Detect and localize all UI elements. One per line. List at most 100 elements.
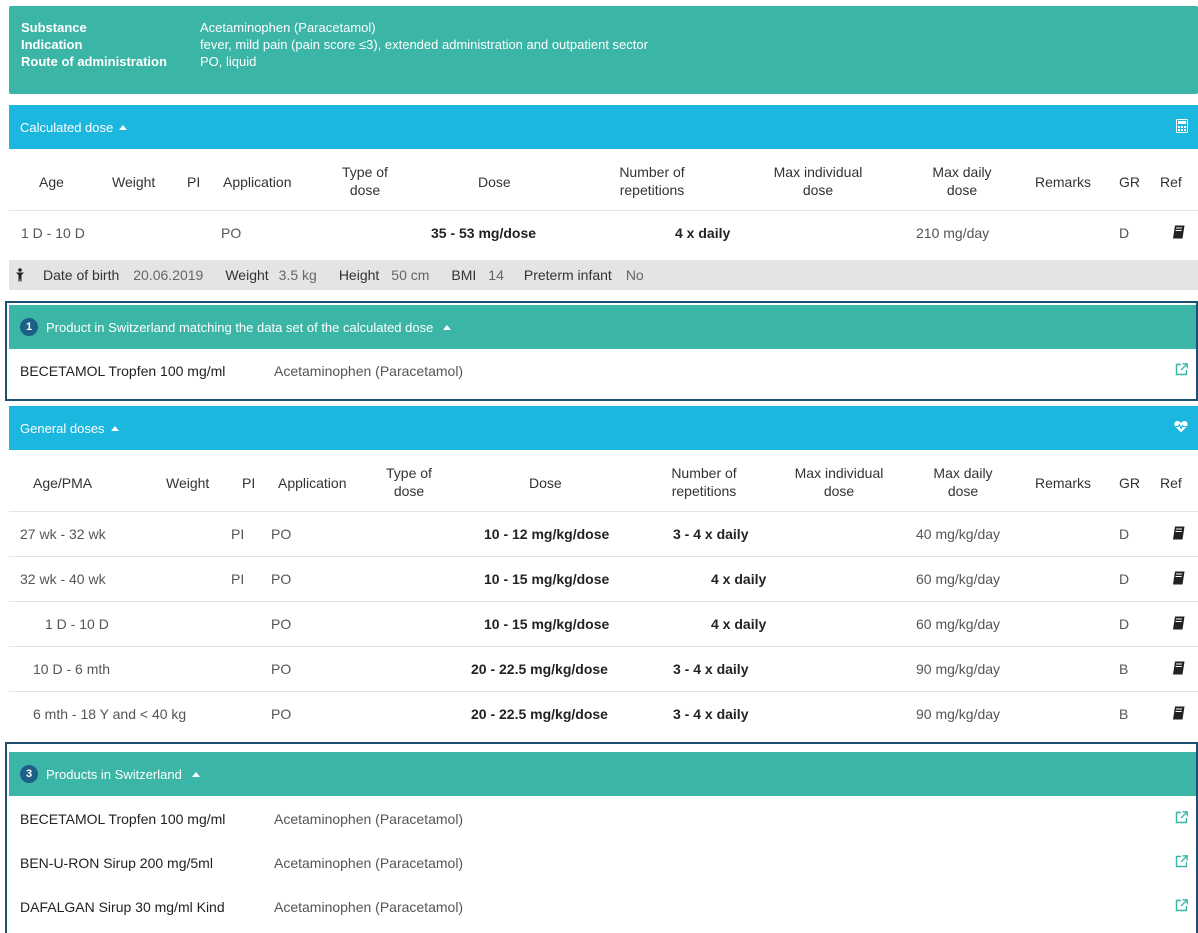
caret-up-icon [191, 771, 200, 777]
cell-repetitions: 3 - 4 x daily [673, 526, 749, 542]
cell-gr: B [1119, 661, 1129, 677]
dob-label: Date of birth [43, 267, 120, 283]
col-maxday-line2: dose [947, 483, 979, 499]
matching-product-header[interactable]: 1 Product in Switzerland matching the da… [9, 305, 1198, 349]
book-icon[interactable] [1172, 706, 1185, 720]
cell-application: PO [271, 571, 292, 587]
calculated-dose-title: Calculated dose [20, 119, 114, 135]
cell-age: 10 D - 6 mth [33, 661, 111, 677]
product-name[interactable]: BEN-U-RON Sirup 200 mg/5ml [20, 855, 274, 871]
cell-repetitions: 4 x daily [711, 616, 767, 632]
general-doses-title: General doses [20, 420, 105, 436]
col-maxind-line2: dose [823, 483, 855, 499]
general-doses-header[interactable]: General doses [9, 406, 1198, 450]
substance-info-box: Substance Acetaminophen (Paracetamol) In… [9, 6, 1198, 94]
col-dose: Dose [529, 475, 562, 491]
col-type-line2: dose [393, 483, 425, 499]
product-substance: Acetaminophen (Paracetamol) [274, 855, 464, 871]
list-item[interactable]: DAFALGAN Sirup 30 mg/ml Kind Acetaminoph… [9, 885, 1198, 929]
cell-max-daily: 60 mg/kg/day [916, 571, 1001, 587]
col-weight: Weight [166, 475, 210, 491]
table-header: Age Weight PI Application Type of dose Do… [9, 149, 1198, 211]
swiss-products-header[interactable]: 3 Products in Switzerland [9, 752, 1198, 796]
col-maxind-line2: dose [802, 182, 834, 198]
substance-label: Substance [21, 20, 87, 35]
product-name[interactable]: BECETAMOL Tropfen 100 mg/ml [20, 811, 274, 827]
general-doses-table: Age/PMA Weight PI Application Type of dos… [9, 450, 1198, 737]
substance-value: Acetaminophen (Paracetamol) [200, 20, 376, 35]
calculator-icon[interactable] [1176, 119, 1188, 136]
product-name[interactable]: DAFALGAN Sirup 30 mg/ml Kind [20, 899, 274, 915]
list-item[interactable]: BECETAMOL Tropfen 100 mg/ml Acetaminophe… [9, 797, 1198, 841]
cell-max-daily: 60 mg/kg/day [916, 616, 1001, 632]
table-row: 1 D - 10 D PO 35 - 53 mg/dose 4 x daily … [9, 211, 1198, 256]
product-name[interactable]: BECETAMOL Tropfen 100 mg/ml [20, 363, 274, 379]
col-ref: Ref [1160, 174, 1182, 190]
route-row: Route of administration PO, liquid [21, 53, 1198, 70]
height-value: 50 cm [391, 267, 430, 283]
heart-pulse-icon[interactable] [1174, 420, 1188, 436]
table-row: 27 wk - 32 wk PI PO 10 - 12 mg/kg/dose 3… [9, 512, 1198, 557]
cell-max-daily: 90 mg/kg/day [916, 706, 1001, 722]
cell-dose: 35 - 53 mg/dose [431, 225, 537, 241]
col-repetitions: Number of repetitions [607, 163, 697, 199]
book-icon[interactable] [1172, 225, 1185, 239]
col-repetitions: Number of repetitions [659, 464, 749, 500]
external-link-icon[interactable] [1175, 363, 1188, 376]
cell-dose: 20 - 22.5 mg/kg/dose [471, 706, 608, 722]
col-maxday-line1: Max daily [933, 465, 993, 481]
list-item[interactable]: BEN-U-RON Sirup 200 mg/5ml Acetaminophen… [9, 841, 1198, 885]
book-icon[interactable] [1172, 526, 1185, 540]
cell-repetitions: 3 - 4 x daily [673, 706, 749, 722]
patient-data-bar: Date of birth 20.06.2019 Weight 3.5 kg H… [9, 260, 1198, 290]
cell-pi: PO [221, 225, 242, 241]
cell-repetitions: 4 x daily [675, 225, 731, 241]
caret-up-icon [119, 124, 128, 130]
col-age: Age [39, 174, 64, 190]
bmi-value: 14 [488, 267, 504, 283]
book-icon[interactable] [1172, 616, 1185, 630]
col-gr: GR [1119, 174, 1140, 190]
weight-value: 3.5 kg [278, 267, 317, 283]
child-icon [16, 268, 24, 282]
col-maxday-line1: Max daily [932, 164, 992, 180]
external-link-icon[interactable] [1175, 855, 1188, 868]
swiss-count-badge: 3 [20, 765, 38, 783]
cell-age: 27 wk - 32 wk [20, 526, 106, 542]
cell-age: 6 mth - 18 Y and < 40 kg [33, 706, 187, 722]
calculated-dose-header[interactable]: Calculated dose [9, 105, 1198, 149]
col-dose: Dose [478, 174, 511, 190]
cell-gr: D [1119, 526, 1130, 542]
cell-dose: 10 - 15 mg/kg/dose [484, 571, 610, 587]
height-label: Height [338, 267, 380, 283]
col-maxind-line1: Max individual [794, 465, 884, 481]
cell-repetitions: 3 - 4 x daily [673, 661, 749, 677]
matching-count-badge: 1 [20, 318, 38, 336]
col-application: Application [278, 475, 347, 491]
route-value: PO, liquid [200, 54, 257, 69]
external-link-icon[interactable] [1175, 899, 1188, 912]
external-link-icon[interactable] [1175, 811, 1188, 824]
product-substance: Acetaminophen (Paracetamol) [274, 363, 464, 379]
col-maxind-line1: Max individual [773, 164, 863, 180]
book-icon[interactable] [1172, 571, 1185, 585]
preterm-label: Preterm infant [523, 267, 612, 283]
cell-gr: D [1119, 225, 1130, 241]
book-icon[interactable] [1172, 661, 1185, 675]
preterm-value: No [625, 267, 644, 283]
cell-application: PO [271, 706, 292, 722]
swiss-products-title: Products in Switzerland [46, 766, 182, 782]
col-maxday-line2: dose [946, 182, 978, 198]
cell-max-daily: 210 mg/day [916, 225, 990, 241]
product-substance: Acetaminophen (Paracetamol) [274, 811, 464, 827]
cell-dose: 20 - 22.5 mg/kg/dose [471, 661, 608, 677]
weight-label: Weight [225, 267, 269, 283]
cell-dose: 10 - 12 mg/kg/dose [484, 526, 610, 542]
col-remarks: Remarks [1035, 174, 1092, 190]
list-item[interactable]: BECETAMOL Tropfen 100 mg/ml Acetaminophe… [9, 349, 1198, 393]
indication-row: Indication fever, mild pain (pain score … [21, 36, 1198, 53]
col-max-daily-dose: Max daily dose [923, 464, 1003, 500]
cell-pi: PI [231, 571, 245, 587]
col-rep-line2: repetitions [671, 483, 737, 499]
cell-gr: B [1119, 706, 1129, 722]
